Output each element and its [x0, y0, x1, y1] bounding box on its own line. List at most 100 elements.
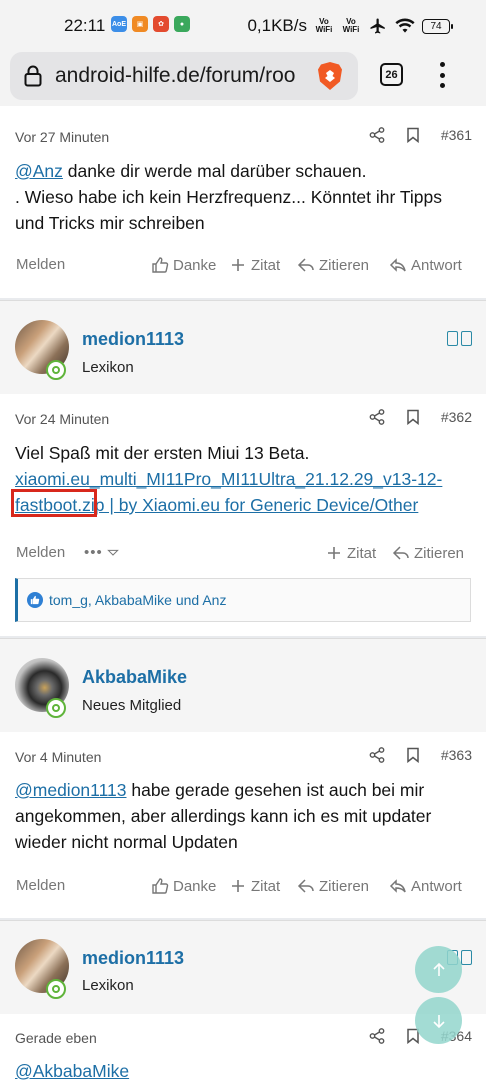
- phone-icon: [447, 331, 458, 346]
- quote-reply-icon: [297, 879, 314, 893]
- like-button[interactable]: Danke: [151, 877, 216, 895]
- reply-label: Antwort: [411, 256, 462, 274]
- bookmark-icon[interactable]: [405, 747, 421, 763]
- post-text-line2: . Wieso habe ich kein Herzfrequenz... Kö…: [15, 187, 443, 233]
- post-364: Gerade eben #364 @AkbabaMike: [0, 1014, 486, 1080]
- like-label: Danke: [173, 256, 217, 274]
- like-label: Danke: [173, 877, 217, 895]
- browser-toolbar: android-hilfe.de/forum/roo 26: [0, 50, 486, 106]
- chevron-down-icon: [106, 549, 119, 556]
- app-notification-icon: AoE: [111, 16, 127, 32]
- add-quote-button[interactable]: Zitat: [325, 544, 376, 562]
- forum-thread: Vor 27 Minuten #361 @Anz danke dir werde…: [0, 106, 486, 1080]
- quote-button[interactable]: Zitieren: [297, 256, 369, 274]
- username[interactable]: AkbabaMike: [82, 667, 187, 688]
- post-actions: Melden Danke Zitat Zitieren Antwort: [0, 877, 486, 901]
- online-status-icon: [46, 698, 66, 718]
- post-363-author: AkbabaMike Neues Mitglied: [0, 638, 486, 732]
- reply-button[interactable]: Antwort: [389, 256, 462, 274]
- reply-icon: [389, 879, 406, 893]
- quote-button[interactable]: Zitieren: [392, 544, 464, 562]
- airplane-icon: [370, 18, 385, 34]
- add-quote-label: Zitat: [347, 544, 377, 562]
- plus-icon: [232, 259, 244, 271]
- wifi-icon: [395, 18, 415, 33]
- post-time: Vor 27 Minuten: [15, 129, 110, 145]
- quote-reply-icon: [297, 258, 314, 272]
- tablet-icon: [461, 331, 472, 346]
- thumbs-up-icon: [152, 878, 169, 894]
- brave-shield-icon[interactable]: [316, 61, 344, 91]
- post-364-author: medion1113 Lexikon: [0, 920, 486, 1014]
- lock-icon: [24, 65, 42, 87]
- quote-label: Zitieren: [319, 256, 370, 274]
- reactions-users[interactable]: tom_g, AkbabaMike und Anz: [49, 592, 226, 608]
- username[interactable]: medion1113: [82, 948, 184, 969]
- status-bar: 22:11 AoE ▣ ✿ ● 0,1KB/s Vo WiFi Vo WiFi …: [0, 0, 486, 50]
- report-button[interactable]: Melden: [16, 877, 65, 894]
- share-icon[interactable]: [369, 127, 385, 143]
- volte-icon: Vo WiFi: [315, 17, 333, 34]
- bookmark-icon[interactable]: [405, 127, 421, 143]
- volte-icon-2: Vo WiFi: [342, 17, 360, 34]
- quote-label: Zitieren: [319, 877, 370, 895]
- post-meta: #363: [369, 747, 472, 763]
- username[interactable]: medion1113: [82, 329, 184, 350]
- reactions-bar[interactable]: tom_g, AkbabaMike und Anz: [15, 578, 471, 622]
- bookmark-icon[interactable]: [405, 409, 421, 425]
- like-button[interactable]: Danke: [151, 256, 216, 274]
- add-quote-label: Zitat: [251, 877, 281, 895]
- add-quote-button[interactable]: Zitat: [229, 877, 280, 895]
- menu-icon[interactable]: [432, 62, 452, 88]
- online-status-icon: [46, 979, 66, 999]
- share-icon[interactable]: [369, 409, 385, 425]
- mention-link[interactable]: @AkbabaMike: [15, 1061, 129, 1080]
- report-button[interactable]: Melden: [16, 256, 65, 273]
- scroll-down-button[interactable]: [415, 997, 462, 1044]
- post-text-line1: danke dir werde mal darüber schauen.: [62, 161, 367, 181]
- more-actions-button[interactable]: •••: [84, 544, 119, 561]
- network-speed: 0,1KB/s: [247, 16, 307, 35]
- post-body: @AkbabaMike: [15, 1058, 475, 1080]
- post-actions: Melden ••• Zitat Zitieren: [0, 544, 486, 568]
- scroll-up-button[interactable]: [415, 946, 462, 993]
- post-361: Vor 27 Minuten #361 @Anz danke dir werde…: [0, 106, 486, 298]
- post-time: Gerade eben: [15, 1030, 97, 1046]
- arrow-down-icon: [432, 1014, 445, 1028]
- post-362-author: medion1113 Lexikon: [0, 300, 486, 394]
- post-time: Vor 4 Minuten: [15, 749, 102, 765]
- post-meta: #362: [369, 409, 472, 425]
- quote-reply-icon: [392, 546, 409, 560]
- quote-button[interactable]: Zitieren: [297, 877, 369, 895]
- address-bar[interactable]: android-hilfe.de/forum/roo: [10, 52, 358, 100]
- share-icon[interactable]: [369, 747, 385, 763]
- mention-link[interactable]: @Anz: [15, 161, 63, 181]
- report-button[interactable]: Melden: [16, 544, 65, 561]
- mention-link[interactable]: @medion1113: [15, 780, 127, 800]
- tab-count-button[interactable]: 26: [380, 63, 403, 86]
- add-quote-button[interactable]: Zitat: [229, 256, 280, 274]
- device-icons: [447, 331, 472, 346]
- battery-indicator: 74: [422, 18, 453, 34]
- reply-button[interactable]: Antwort: [389, 877, 462, 895]
- user-title: Lexikon: [82, 359, 134, 376]
- plus-icon: [328, 547, 340, 559]
- reply-label: Antwort: [411, 877, 462, 895]
- post-number[interactable]: #361: [441, 127, 472, 143]
- annotation-highlight-box: [11, 489, 97, 517]
- share-icon[interactable]: [369, 1028, 385, 1044]
- user-title: Lexikon: [82, 977, 134, 994]
- post-number[interactable]: #362: [441, 409, 472, 425]
- post-number[interactable]: #363: [441, 747, 472, 763]
- online-status-icon: [46, 360, 66, 380]
- post-time: Vor 24 Minuten: [15, 411, 110, 427]
- like-reaction-icon: [27, 592, 43, 608]
- url-text[interactable]: android-hilfe.de/forum/roo: [55, 64, 307, 88]
- status-notification-icons: AoE ▣ ✿ ●: [111, 16, 190, 32]
- status-right: 0,1KB/s Vo WiFi Vo WiFi 74: [247, 16, 453, 36]
- post-text: Viel Spaß mit der ersten Miui 13 Beta.: [15, 443, 310, 463]
- post-body: @Anz danke dir werde mal darüber schauen…: [15, 158, 475, 236]
- quote-label: Zitieren: [414, 544, 465, 562]
- thumbs-up-icon: [152, 257, 169, 273]
- post-meta: #361: [369, 127, 472, 143]
